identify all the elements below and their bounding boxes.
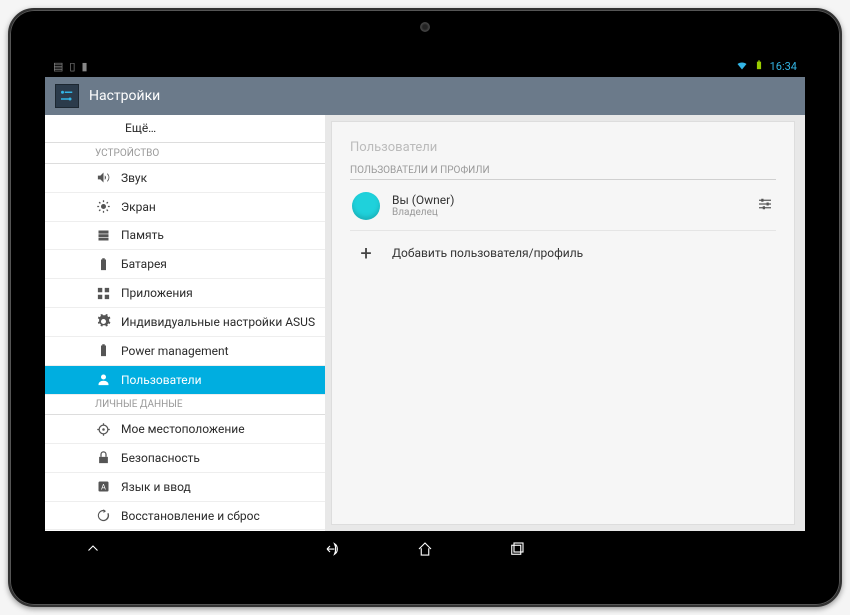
sidebar-item-asus[interactable]: Индивидуальные настройки ASUS [45,308,325,337]
sidebar-item-label: Power management [121,344,229,358]
sidebar-item-label: Безопасность [121,451,200,465]
sidebar-item-sound[interactable]: Звук [45,164,325,193]
sidebar-item-power[interactable]: Power management [45,337,325,366]
screen: ▤ ▯ ▮ 16:34 Настройки [45,57,805,567]
sidebar-item-language[interactable]: A Язык и ввод [45,473,325,502]
storage-icon [95,227,111,243]
notification-icon: ▯ [69,60,75,73]
users-icon [95,372,111,388]
location-icon [95,421,111,437]
sidebar-item-label: Экран [121,200,156,214]
sidebar-item-label: Пользователи [121,373,202,387]
sidebar-item-apps[interactable]: Приложения [45,279,325,308]
wifi-icon [736,59,748,74]
detail-pane: Пользователи ПОЛЬЗОВАТЕЛИ И ПРОФИЛИ Вы (… [331,121,795,525]
power-icon [95,343,111,359]
sound-icon [95,170,111,186]
sidebar-item-battery[interactable]: Батарея [45,250,325,279]
sidebar-item-label: Восстановление и сброс [121,509,260,523]
sidebar-item-users[interactable]: Пользователи [45,366,325,395]
sidebar-item-more[interactable]: Ещё… [45,115,325,144]
sidebar-item-display[interactable]: Экран [45,193,325,222]
status-left: ▤ ▯ ▮ [53,60,88,73]
sidebar-item-security[interactable]: Безопасность [45,444,325,473]
user-role: Владелец [392,207,744,218]
language-icon: A [95,479,111,495]
backup-icon [95,508,111,524]
sidebar-item-backup[interactable]: Восстановление и сброс [45,502,325,531]
detail-title: Пользователи [350,134,776,165]
sidebar-item-storage[interactable]: Память [45,222,325,251]
user-row-text: Вы (Owner) Владелец [392,193,744,218]
menu-button[interactable] [82,538,104,560]
svg-text:A: A [101,483,106,492]
sidebar-item-label: Мое местоположение [121,422,245,436]
back-button[interactable] [322,538,344,560]
navigation-bar [45,531,805,567]
gear-icon [95,314,111,330]
sdcard-icon: ▤ [53,60,63,73]
user-row-owner[interactable]: Вы (Owner) Владелец [350,182,776,231]
apps-icon [95,285,111,301]
add-user-row[interactable]: + Добавить пользователя/профиль [350,231,776,275]
sidebar-section-personal: ЛИЧНЫЕ ДАННЫЕ [45,395,325,416]
sidebar-section-device: УСТРОЙСТВО [45,143,325,164]
front-camera [420,22,430,32]
action-bar: Настройки [45,77,805,115]
sidebar-item-label: Батарея [121,257,167,271]
clock: 16:34 [770,60,797,73]
plus-icon: + [352,241,380,265]
sidebar-item-label: Память [121,228,164,242]
user-name: Вы (Owner) [392,193,744,207]
sidebar-item-location[interactable]: Мое местоположение [45,415,325,444]
battery-icon [754,59,764,74]
recents-button[interactable] [506,538,528,560]
avatar [352,192,380,220]
sidebar-item-label: Звук [121,171,147,185]
home-button[interactable] [414,538,436,560]
content-area: Ещё… УСТРОЙСТВО Звук Экран Память Б [45,115,805,531]
sidebar-item-label: Язык и ввод [121,480,191,494]
battery-icon [95,256,111,272]
add-user-label: Добавить пользователя/профиль [392,246,583,260]
settings-sidebar: Ещё… УСТРОЙСТВО Звук Экран Память Б [45,115,325,531]
status-bar: ▤ ▯ ▮ 16:34 [45,57,805,77]
detail-pad: Пользователи ПОЛЬЗОВАТЕЛИ И ПРОФИЛИ Вы (… [332,122,794,275]
action-bar-title: Настройки [89,88,160,104]
sidebar-item-label: Индивидуальные настройки ASUS [121,315,315,329]
more-label: Ещё… [125,121,156,135]
sidebar-item-label: Приложения [121,286,193,300]
lock-icon [95,450,111,466]
detail-section-header: ПОЛЬЗОВАТЕЛИ И ПРОФИЛИ [350,165,776,180]
settings-app-icon [55,84,79,108]
display-icon [95,199,111,215]
tablet-frame: ▤ ▯ ▮ 16:34 Настройки [8,8,842,607]
status-right: 16:34 [736,59,797,74]
notification-icon-2: ▮ [81,60,87,73]
sliders-icon[interactable] [756,195,774,217]
